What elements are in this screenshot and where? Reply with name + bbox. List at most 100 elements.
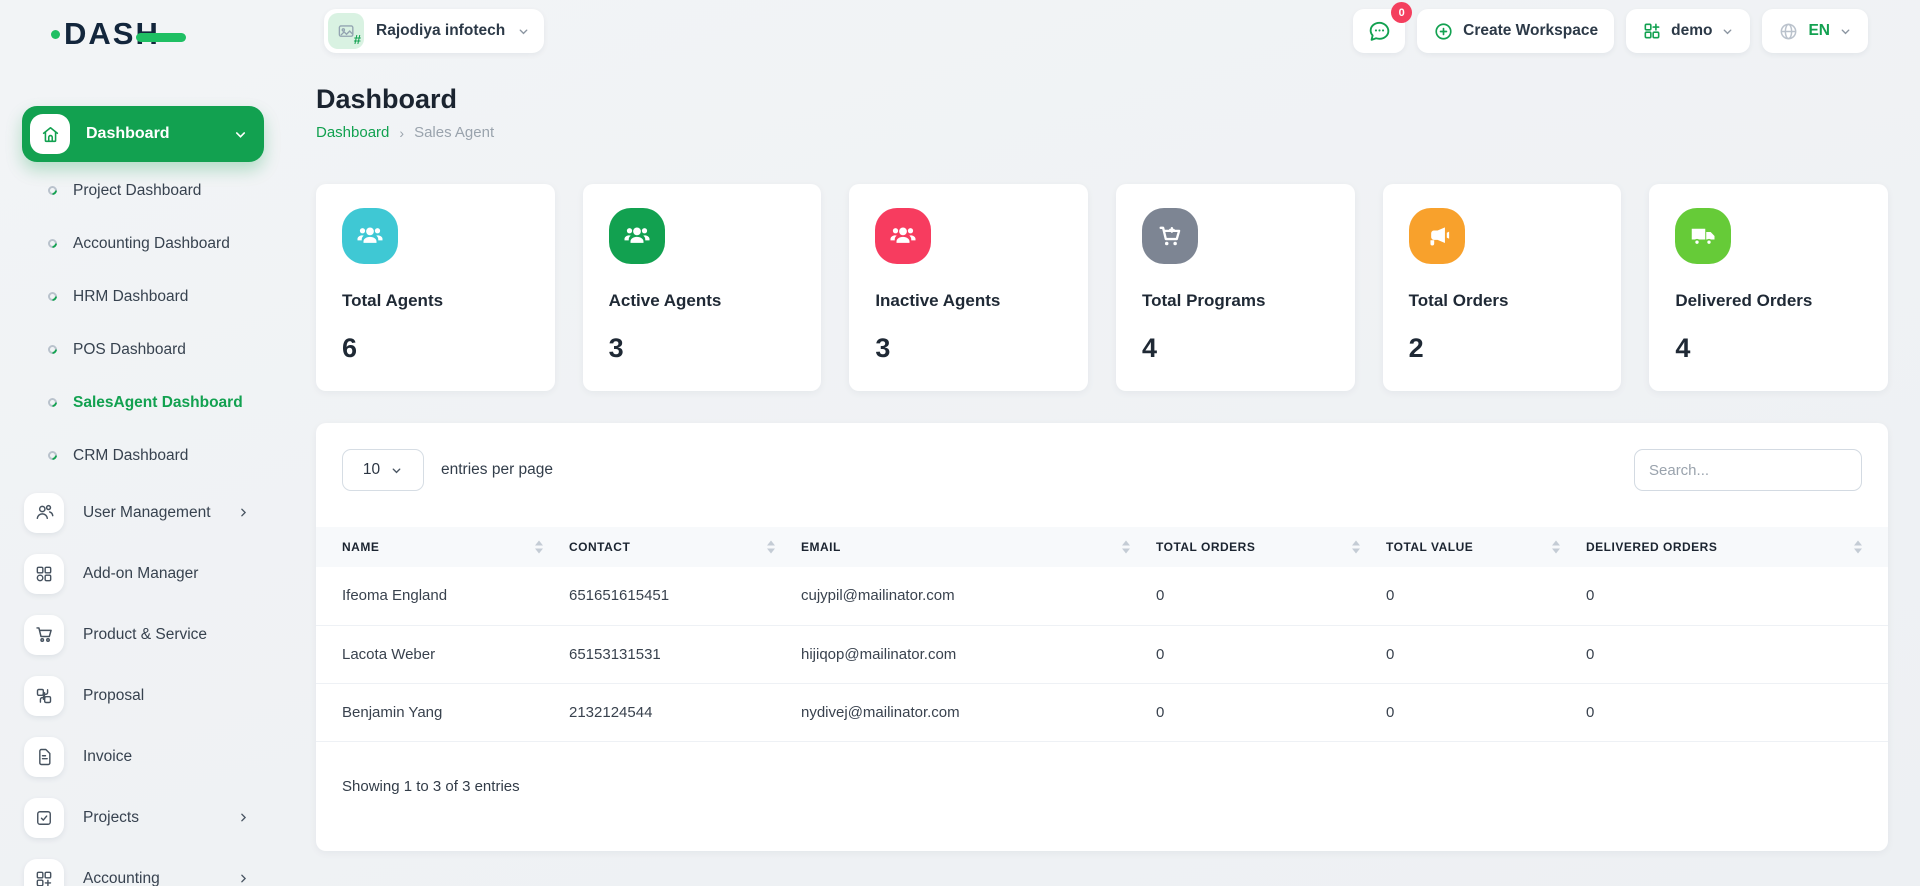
sidebar-item-crm-dashboard[interactable]: CRM Dashboard [22,429,264,482]
chevron-down-icon [517,25,530,38]
projects-icon-tile [24,798,64,838]
chevron-right-icon [237,872,250,885]
bullet-icon [46,343,59,356]
sort-icon[interactable] [1552,541,1560,554]
entries-per-page-label: entries per page [441,461,553,479]
sort-icon[interactable] [1352,541,1360,554]
sidebar-item-product-service[interactable]: Product & Service [22,604,264,665]
bullet-icon [46,237,59,250]
sidebar-item-pos-dashboard[interactable]: POS Dashboard [22,323,264,376]
sidebar-item-project-dashboard[interactable]: Project Dashboard [22,164,264,217]
stat-value: 4 [1675,333,1862,364]
cell-contact: 65153131531 [569,625,801,683]
main-content: Dashboard Dashboard › Sales Agent Total … [316,84,1888,851]
cell-total-orders: 0 [1156,683,1386,741]
stat-card-total-orders: Total Orders 2 [1383,184,1622,391]
grid-plus-icon [1642,21,1662,41]
stats-cards-row: Total Agents 6 Active Agents 3 Inactive … [316,184,1888,391]
cell-contact: 2132124544 [569,683,801,741]
breadcrumb-current: Sales Agent [414,124,494,141]
cell-name: Benjamin Yang [316,683,569,741]
cell-total-value: 0 [1386,625,1586,683]
sidebar-item-proposal[interactable]: Proposal [22,665,264,726]
agents-table: NAME CONTACT EMAIL TOTAL ORDERS TOTAL VA… [316,527,1888,742]
table-row: Lacota Weber 65153131531 hijiqop@mailina… [316,625,1888,683]
home-icon-tile [30,114,70,154]
users-group-icon [609,208,665,264]
workspace-avatar: # [328,13,364,49]
grid-icon [34,564,54,584]
grid-plus-icon [34,869,54,886]
environment-dropdown[interactable]: demo [1626,9,1750,53]
cart-icon-tile [24,615,64,655]
language-label: EN [1808,22,1830,40]
cell-name: Ifeoma England [316,567,569,625]
column-header-email[interactable]: EMAIL [801,527,1156,567]
users-group-icon [875,208,931,264]
stat-value: 6 [342,333,529,364]
menu-item-label: Projects [83,809,218,827]
menu-item-label: Proposal [83,687,264,705]
chevron-right-icon: › [399,125,404,141]
users-icon-tile [24,493,64,533]
messages-button[interactable]: 0 [1353,9,1405,53]
sub-item-label: HRM Dashboard [73,288,188,306]
bullet-icon [46,184,59,197]
create-workspace-button[interactable]: Create Workspace [1417,9,1614,53]
table-controls: 10 entries per page [316,423,1888,491]
stat-label: Active Agents [609,291,796,311]
menu-item-label: Add-on Manager [83,565,264,583]
breadcrumb-dashboard-link[interactable]: Dashboard [316,124,389,141]
column-header-total-orders[interactable]: TOTAL ORDERS [1156,527,1386,567]
stat-label: Total Orders [1409,291,1596,311]
workspace-name: Rajodiya infotech [376,22,505,40]
table-row: Benjamin Yang 2132124544 nydivej@mailina… [316,683,1888,741]
cell-total-value: 0 [1386,683,1586,741]
stat-card-total-programs: Total Programs 4 [1116,184,1355,391]
cell-email: cujypil@mailinator.com [801,567,1156,625]
column-header-contact[interactable]: CONTACT [569,527,801,567]
chevron-right-icon [237,506,250,519]
sidebar-item-accounting-dashboard[interactable]: Accounting Dashboard [22,217,264,270]
stat-value: 4 [1142,333,1329,364]
sidebar-item-accounting[interactable]: Accounting [22,848,264,886]
stat-value: 2 [1409,333,1596,364]
proposal-icon-tile [24,676,64,716]
addon-icon-tile [24,554,64,594]
stat-label: Delivered Orders [1675,291,1862,311]
entries-per-page-select[interactable]: 10 [342,449,424,491]
table-header-row: NAME CONTACT EMAIL TOTAL ORDERS TOTAL VA… [316,527,1888,567]
breadcrumb: Dashboard › Sales Agent [316,124,1888,141]
column-header-total-value[interactable]: TOTAL VALUE [1386,527,1586,567]
sidebar-item-invoice[interactable]: Invoice [22,726,264,787]
search-input[interactable] [1634,449,1862,491]
app-root: DASH # Rajodiya infotech 0 [0,0,1920,886]
chevron-down-icon [1839,25,1852,38]
plus-circle-icon [1433,21,1454,42]
sidebar-item-hrm-dashboard[interactable]: HRM Dashboard [22,270,264,323]
sort-icon[interactable] [535,541,543,554]
truck-icon [1675,208,1731,264]
chat-bubble-icon [1367,19,1392,44]
cell-email: nydivej@mailinator.com [801,683,1156,741]
sidebar-item-salesagent-dashboard[interactable]: SalesAgent Dashboard [22,376,264,429]
sort-icon[interactable] [767,541,775,554]
bullet-icon [46,396,59,409]
workspace-selector[interactable]: # Rajodiya infotech [324,9,544,53]
swap-boxes-icon [34,686,54,706]
sidebar-item-addon-manager[interactable]: Add-on Manager [22,543,264,604]
sidebar-item-user-management[interactable]: User Management [22,482,264,543]
sidebar-item-dashboard[interactable]: Dashboard [22,106,264,162]
sidebar-item-projects[interactable]: Projects [22,787,264,848]
language-dropdown[interactable]: EN [1762,9,1868,53]
agents-table-card: 10 entries per page NAME CONTACT EMAIL T… [316,423,1888,851]
stat-label: Inactive Agents [875,291,1062,311]
column-header-name[interactable]: NAME [316,527,569,567]
sort-icon[interactable] [1122,541,1130,554]
column-header-delivered-orders[interactable]: DELIVERED ORDERS [1586,527,1888,567]
brand-logo[interactable]: DASH [64,16,160,52]
page-size-value: 10 [363,461,380,479]
cell-total-orders: 0 [1156,625,1386,683]
bullet-icon [46,449,59,462]
sort-icon[interactable] [1854,541,1862,554]
